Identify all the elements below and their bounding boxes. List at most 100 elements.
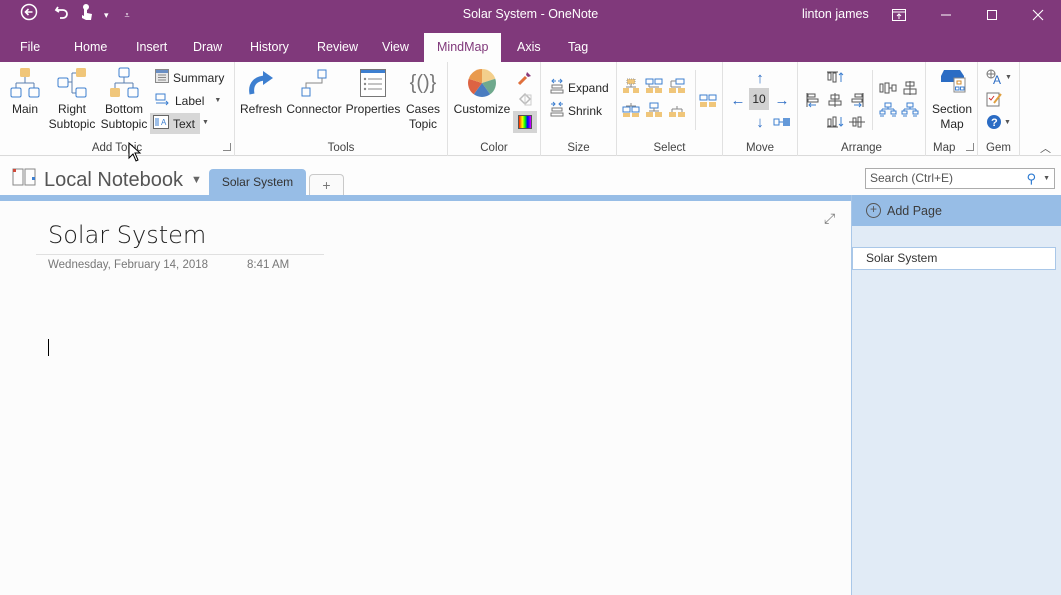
section-tab-solar-system[interactable]: Solar System [209,169,306,195]
page-time: 8:41 AM [247,259,290,271]
group-tools: Refresh Connector Properties {()} Cases … [235,62,448,156]
properties-icon [345,66,401,100]
label-button[interactable]: Label ▼ [152,90,224,111]
ribbon-display-icon[interactable] [876,0,922,30]
label-label: Label [175,93,205,108]
color-palette-icon[interactable] [513,111,537,133]
summary-icon [155,69,169,86]
tab-view[interactable]: View [374,33,417,62]
add-page-button[interactable]: + Add Page [852,195,1061,226]
collapse-ribbon-icon[interactable]: ︿ [1040,140,1051,156]
page-list-item[interactable]: Solar System [852,247,1056,270]
compact-tree-icon[interactable] [900,100,920,120]
spread-tree-icon[interactable] [878,100,898,120]
select-siblings-icon[interactable] [644,76,664,96]
align-left-icon[interactable] [803,90,823,110]
text-caret [48,339,49,356]
connector-label: Connector [286,102,342,116]
notebook-bar: Local Notebook ▼ Solar System + Search (… [0,157,1061,195]
distribute-vertical-icon[interactable] [900,78,920,98]
select-topic-icon[interactable] [621,76,641,96]
add-page-icon: + [866,203,881,218]
group-color: Customize Color [448,62,541,156]
align-right-icon[interactable] [847,90,867,110]
tab-insert[interactable]: Insert [128,33,175,62]
select-all-icon[interactable] [698,91,718,111]
move-step-value[interactable]: 10 [749,88,769,110]
help-icon[interactable]: ? ▼ [984,112,1014,132]
map-dialog-launcher[interactable] [966,143,974,151]
main-topic-label: Main [11,102,38,116]
align-center-icon[interactable] [825,90,845,110]
minimize-icon[interactable] [923,0,969,30]
svg-text:▼: ▼ [1005,74,1012,81]
expand-label: Expand [568,80,609,95]
move-right-icon[interactable]: → [772,90,792,110]
label-dropdown-icon[interactable]: ▼ [214,97,221,104]
connector-icon [285,66,343,100]
select-level-icon[interactable] [667,100,687,120]
tab-draw[interactable]: Draw [185,33,230,62]
tab-tag[interactable]: Tag [560,33,596,62]
label-icon [155,92,171,109]
fill-color-icon[interactable] [515,90,535,110]
add-section-button[interactable]: + [309,174,344,195]
distribute-horizontal-icon[interactable] [878,78,898,98]
shrink-button[interactable]: Shrink [547,100,605,121]
notebook-icon [12,167,36,193]
tab-home[interactable]: Home [66,33,115,62]
add-topic-dialog-launcher[interactable] [223,143,231,151]
select-descendants-icon[interactable] [644,100,664,120]
checklist-edit-icon[interactable] [984,89,1004,109]
page-title[interactable]: Solar System [48,221,206,249]
text-label: Text [173,116,196,131]
text-button[interactable]: A Text [150,113,200,134]
expand-icon [550,78,564,97]
right-subtopic-label-1: Right [57,102,86,116]
tab-mindmap[interactable]: MindMap [424,33,502,62]
move-down-icon[interactable]: ↓ [750,112,770,132]
refresh-button[interactable]: Refresh [239,66,283,117]
color-wheel-icon [452,66,512,100]
select-children-icon[interactable] [621,100,641,120]
tab-review[interactable]: Review [309,33,366,62]
properties-button[interactable]: Properties [345,66,401,117]
bottom-subtopic-button[interactable]: Bottom Subtopic [98,66,150,132]
main-topic-button[interactable]: Main [6,66,44,117]
section-map-button[interactable]: Section Map [928,66,976,132]
group-label-add-topic: Add Topic [91,142,143,154]
search-icon[interactable]: ⚲ [1026,169,1036,188]
tab-file[interactable]: File [12,33,48,62]
move-up-icon[interactable]: ↑ [750,68,770,88]
close-icon[interactable] [1015,0,1061,30]
title-bar: ▾ ⩡ Solar System - OneNote linton james [0,0,1061,33]
move-left-icon[interactable]: ← [728,90,748,110]
group-label-move: Move [745,142,775,154]
eyedropper-icon[interactable] [515,68,535,88]
section-map-label-1: Section [931,102,973,116]
tab-axis[interactable]: Axis [509,33,549,62]
right-subtopic-button[interactable]: Right Subtopic [46,66,98,132]
select-branch-icon[interactable] [667,76,687,96]
search-scope-dropdown-icon[interactable]: ▼ [1043,169,1050,188]
align-top-icon[interactable] [825,67,845,87]
summary-button[interactable]: Summary [152,67,227,88]
search-input[interactable]: Search (Ctrl+E) ⚲ ▼ [865,168,1055,189]
tab-history[interactable]: History [242,33,297,62]
full-page-view-icon[interactable]: ⤢ [824,210,835,227]
bottom-subtopic-label-2: Subtopic [100,117,148,131]
cases-topic-button[interactable]: {()} Cases Topic [403,66,443,132]
notebook-selector[interactable]: Local Notebook ▼ [12,167,202,193]
align-bottom-icon[interactable] [825,112,845,132]
maximize-icon[interactable] [969,0,1015,30]
customize-button[interactable]: Customize [452,66,512,117]
text-dropdown-icon[interactable]: ▼ [202,119,209,126]
translate-icon[interactable]: A ▼ [984,67,1014,87]
align-middle-icon[interactable] [847,112,867,132]
user-name[interactable]: linton james [802,7,869,21]
svg-text:A: A [993,73,1001,85]
page-canvas[interactable]: Solar System Wednesday, February 14, 201… [0,201,851,595]
move-to-icon[interactable] [772,112,792,132]
expand-button[interactable]: Expand [547,77,612,98]
connector-button[interactable]: Connector [285,66,343,117]
